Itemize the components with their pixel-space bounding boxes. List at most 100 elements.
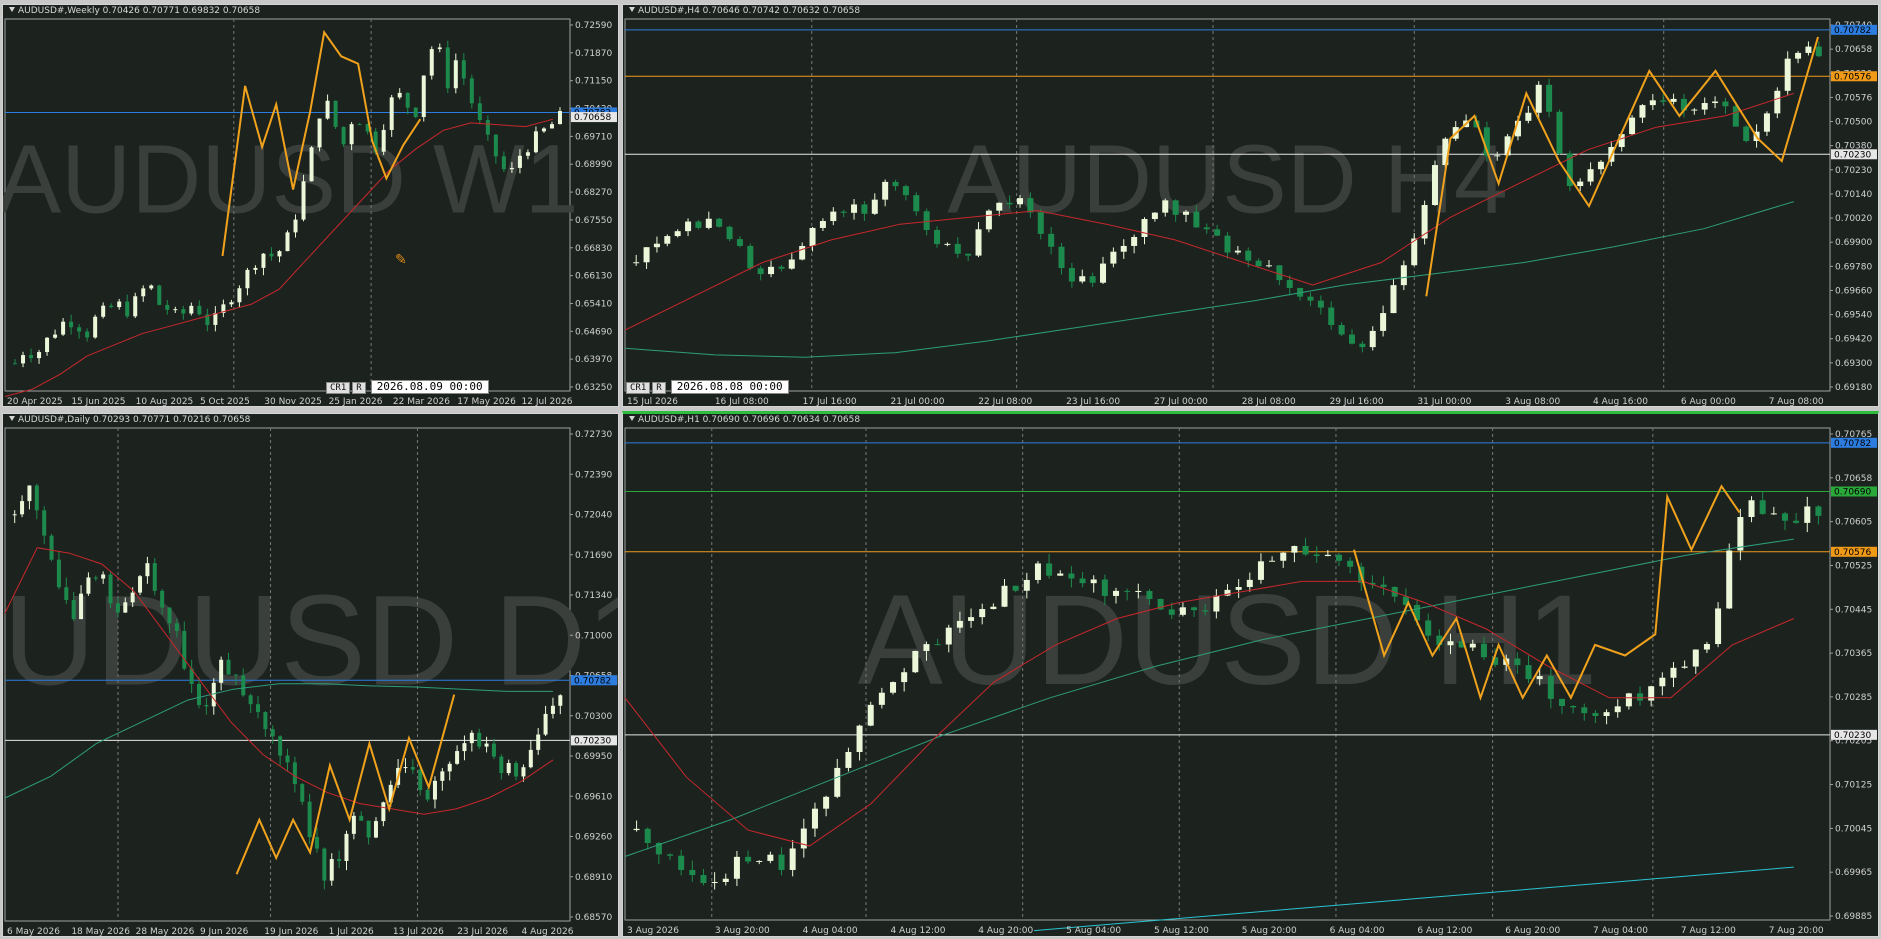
candle-body [381,129,386,152]
candle-body [1183,211,1190,215]
candle-body [484,743,489,747]
candle-body [432,780,437,800]
candle-body [1804,506,1811,523]
x-tick-label: 10 Aug 2025 [136,397,194,407]
cr1-button[interactable]: CR1 [626,382,651,394]
candle-body [819,221,826,228]
candle-body [1291,545,1298,553]
title-dropdown-icon[interactable] [9,416,15,421]
candle-body [389,97,394,130]
candle-body [300,784,305,802]
candle-body [1335,554,1342,561]
title-dropdown-icon[interactable] [629,416,635,421]
y-tick-label: 0.67550 [575,216,612,226]
candle-body [1313,554,1320,557]
candle-body [768,266,775,275]
candle-body [1046,563,1053,576]
candle-body [1795,52,1802,59]
y-tick-label: 0.72390 [575,470,612,480]
x-tick-label: 28 Jul 08:00 [1242,397,1296,407]
candle-body [145,563,150,577]
candle-body [1124,590,1131,592]
candle-body [747,245,754,269]
time-box[interactable]: 2026.08.08 00:00 [670,380,789,394]
x-tick-label: 7 Aug 12:00 [1681,926,1736,936]
candle-body [1774,90,1781,114]
candle-body [521,767,526,777]
title-dropdown-icon[interactable] [629,7,635,12]
y-tick-label: 0.70125 [1835,781,1872,791]
y-tick-label: 0.70500 [1835,118,1872,128]
candle-body [429,49,434,76]
candle-body [1546,84,1553,112]
cr1-button[interactable]: CR1 [326,382,351,394]
x-tick-label: 19 Jun 2026 [264,927,318,937]
candle-body [301,181,306,220]
chart-svg-h4: AUDUSD H40.707400.706580.706200.705760.7… [624,18,1877,407]
chart-svg-d1: AUDUSD D10.727300.723900.720400.716900.7… [3,427,618,937]
r-button[interactable]: R [652,382,666,394]
candle-body [1162,200,1169,213]
time-box[interactable]: 2026.08.09 00:00 [370,380,489,394]
chart-panel-h4[interactable]: AUDUSD H40.707400.706580.706200.705760.7… [622,4,1879,407]
x-tick-label: 5 Aug 12:00 [1154,926,1209,936]
price-label: 0.70782 [574,676,611,686]
candle-body [674,231,681,237]
x-tick-label: 31 Jul 00:00 [1417,397,1471,407]
candle-body [1141,219,1148,237]
x-tick-label: 13 Jul 2026 [393,927,444,937]
y-tick-label: 0.72040 [575,511,612,521]
candle-body [278,736,283,756]
candle-body [1265,265,1272,267]
candle-body [1743,126,1750,142]
candle-body [117,301,122,308]
candle-body [1324,554,1331,557]
chart-panel-w1[interactable]: AUDUSD W10.725900.718700.711500.704300.6… [2,4,619,407]
candle-body [517,155,522,168]
candle-body [157,285,162,305]
x-tick-label: 23 Jul 2026 [457,927,508,937]
candle-body [226,659,231,675]
candle-body [1017,198,1024,205]
candle-body [1079,578,1086,584]
candle-body [1815,506,1822,516]
candle-body [314,837,319,849]
y-tick-label: 0.69610 [575,792,612,802]
candle-body [1781,513,1788,521]
candle-body [890,682,897,693]
candle-body [292,762,297,785]
candle-body [878,692,885,705]
candle-body [477,103,482,121]
candle-body [437,47,442,50]
candle-body [453,60,458,89]
y-tick-label: 0.70525 [1835,561,1872,571]
candle-body [213,313,218,325]
candle-body [1135,590,1142,592]
candle-body [79,593,84,620]
candle-body [954,243,961,254]
candle-body [1603,712,1610,717]
candle-body [1012,585,1019,591]
r-button[interactable]: R [352,382,366,394]
candle-body [130,592,135,603]
candle-body [373,821,378,838]
x-tick-label: 5 Oct 2025 [200,397,250,407]
title-dropdown-icon[interactable] [9,7,15,12]
chart-panel-d1[interactable]: AUDUSD D10.727300.723900.720400.716900.7… [2,413,619,937]
y-tick-label: 0.69965 [1835,868,1872,878]
candle-body [1369,330,1376,348]
candle-body [990,606,997,610]
candle-body [366,820,371,838]
x-tick-label: 17 Jul 16:00 [803,397,857,407]
candle-body [1763,113,1770,132]
candle-body [1480,643,1487,658]
price-label: 0.70230 [1834,731,1871,741]
candle-body [1068,268,1075,282]
x-tick-label: 5 Aug 04:00 [1066,926,1121,936]
chart-panel-h1[interactable]: AUDUSD H1 0.70765 0.70658 0.70605 0.70525 0.7… [622,411,1879,937]
candle-body [956,620,963,628]
candle-body [667,854,674,856]
y-tick-label: 0.71690 [575,551,612,561]
x-tick-label: 16 Jul 08:00 [715,397,769,407]
candle-body [633,828,640,831]
